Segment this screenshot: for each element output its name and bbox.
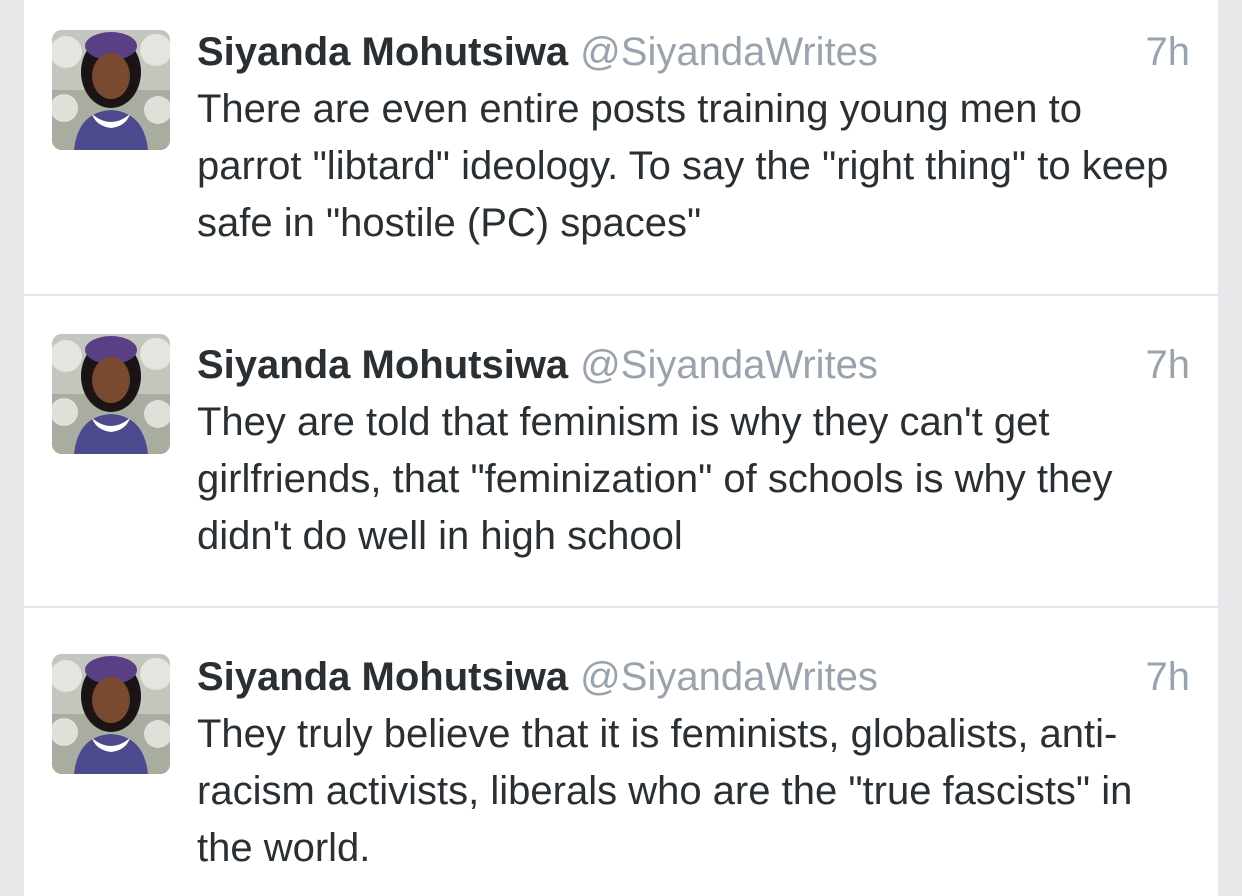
user-handle[interactable]: @SiyandaWrites bbox=[580, 343, 878, 387]
timestamp[interactable]: 7h bbox=[1146, 340, 1191, 390]
tweet-header: Siyanda Mohutsiwa @SiyandaWrites 7h bbox=[197, 27, 1190, 77]
tweet-header: Siyanda Mohutsiwa @SiyandaWrites 7h bbox=[197, 652, 1190, 702]
timestamp[interactable]: 7h bbox=[1146, 27, 1191, 77]
tweet-text: They truly believe that it is feminists,… bbox=[197, 712, 1133, 870]
user-handle[interactable]: @SiyandaWrites bbox=[580, 655, 878, 699]
avatar[interactable] bbox=[52, 654, 170, 774]
tweet-text: There are even entire posts training you… bbox=[197, 87, 1169, 245]
display-name[interactable]: Siyanda Mohutsiwa bbox=[197, 343, 568, 387]
display-name[interactable]: Siyanda Mohutsiwa bbox=[197, 30, 568, 74]
timestamp[interactable]: 7h bbox=[1146, 652, 1191, 702]
tweet[interactable]: Siyanda Mohutsiwa @SiyandaWrites 7h There… bbox=[24, 0, 1218, 296]
avatar[interactable] bbox=[52, 30, 170, 150]
avatar[interactable] bbox=[52, 334, 170, 454]
tweet[interactable]: Siyanda Mohutsiwa @SiyandaWrites 7h They … bbox=[24, 296, 1218, 608]
tweet-header: Siyanda Mohutsiwa @SiyandaWrites 7h bbox=[197, 340, 1190, 390]
display-name[interactable]: Siyanda Mohutsiwa bbox=[197, 655, 568, 699]
avatar-photo bbox=[52, 30, 170, 150]
avatar-photo bbox=[52, 654, 170, 774]
tweet-text: They are told that feminism is why they … bbox=[197, 400, 1113, 558]
avatar-photo bbox=[52, 334, 170, 454]
timeline[interactable]: Siyanda Mohutsiwa @SiyandaWrites 7h There… bbox=[23, 0, 1219, 896]
tweet[interactable]: Siyanda Mohutsiwa @SiyandaWrites 7h They … bbox=[24, 608, 1218, 896]
user-handle[interactable]: @SiyandaWrites bbox=[580, 30, 878, 74]
